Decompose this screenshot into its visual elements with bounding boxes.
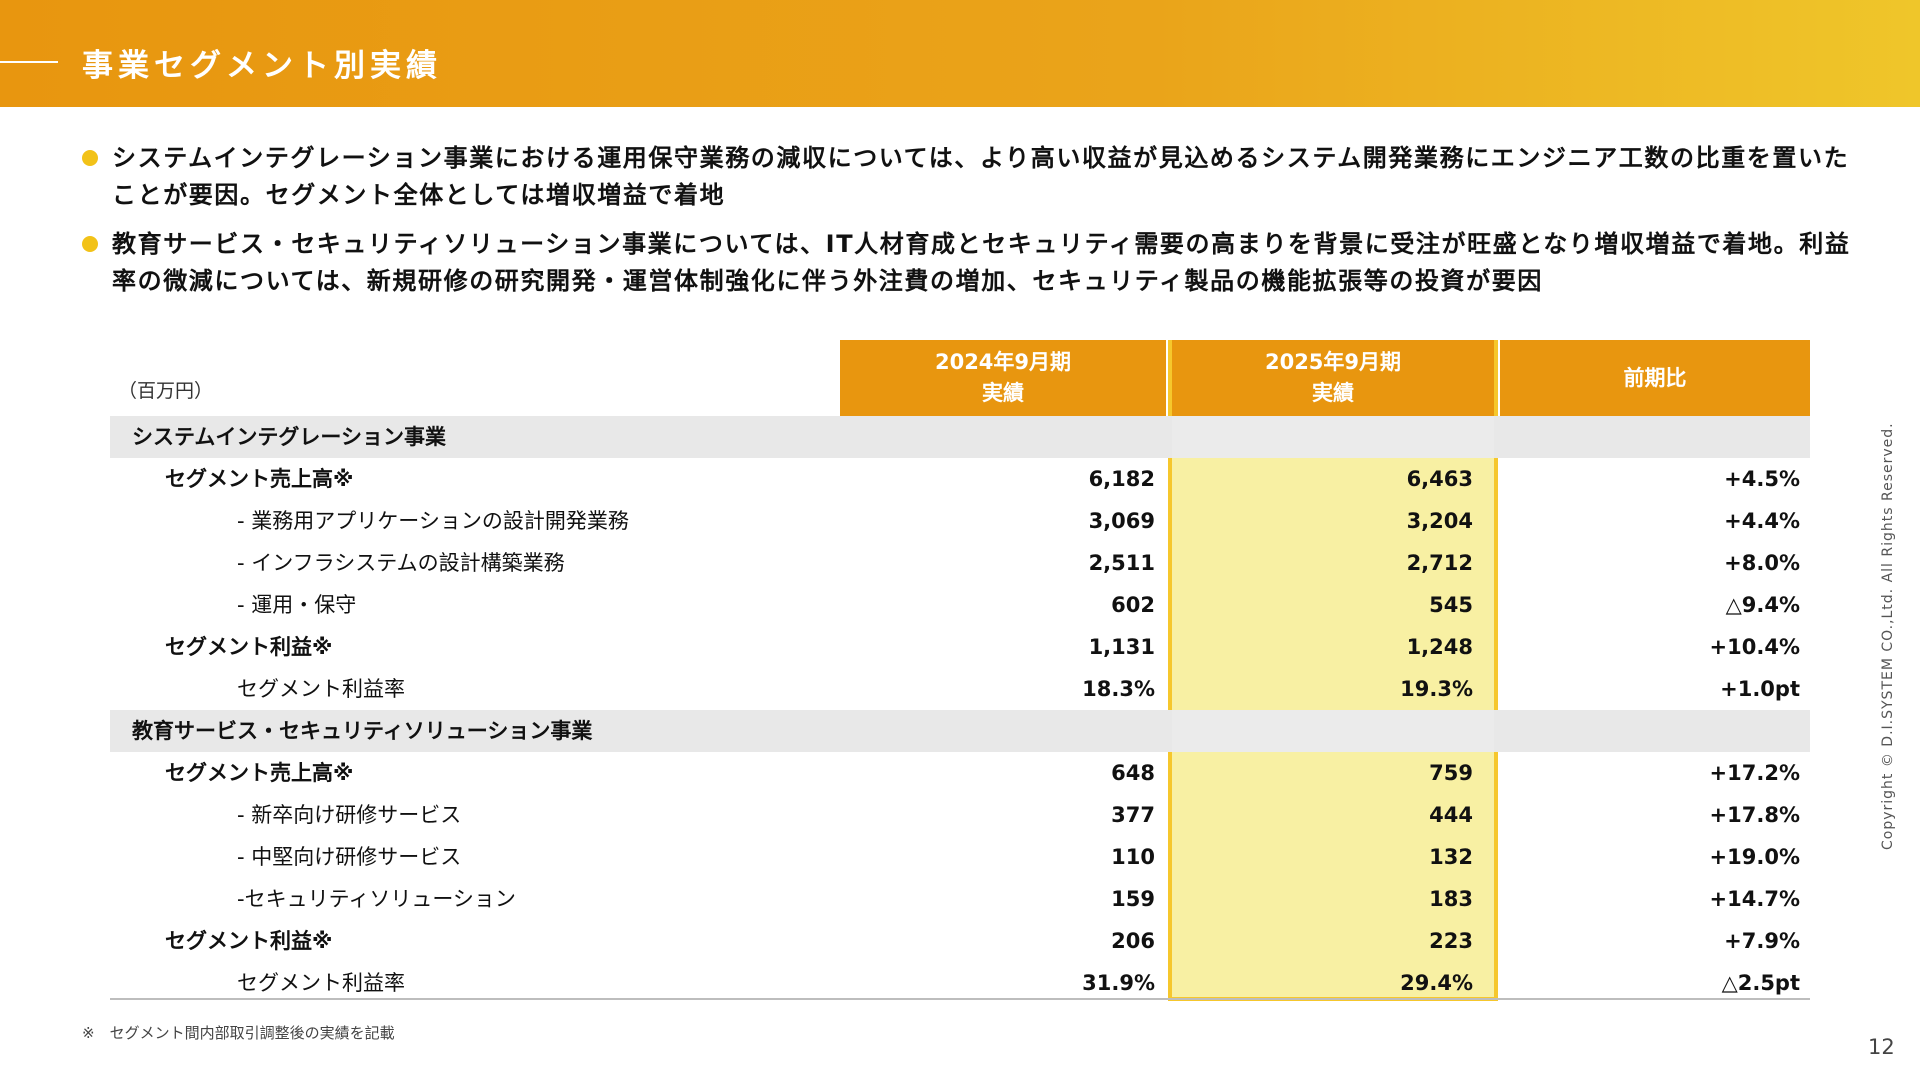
value-yoy: △2.5pt	[1721, 971, 1800, 995]
value-yoy: +19.0%	[1709, 845, 1800, 869]
value-yoy: △9.4%	[1725, 593, 1800, 617]
value-yoy: +17.8%	[1709, 803, 1800, 827]
value-yoy: +8.0%	[1724, 551, 1800, 575]
header-2025-line2: 実績	[1312, 381, 1354, 405]
slide-title: 事業セグメント別実績	[82, 48, 442, 84]
value-2024: 6,182	[1088, 467, 1155, 491]
row-label: - 新卒向け研修サービス	[237, 803, 462, 827]
table-row: - 業務用アプリケーションの設計開発業務 3,069 3,204 +4.4%	[110, 500, 1810, 542]
bullet-text: 教育サービス・セキュリティソリューション事業については、IT人材育成とセキュリテ…	[112, 230, 1851, 295]
bullet-list: システムインテグレーション事業における運用保守業務の減収については、より高い収益…	[82, 140, 1852, 312]
table-row: - 中堅向け研修サービス 110 132 +19.0%	[110, 836, 1810, 878]
value-2025: 444	[1429, 803, 1473, 827]
value-2025: 2,712	[1406, 551, 1473, 575]
section-header-row: システムインテグレーション事業	[110, 416, 1810, 458]
bullet-item: システムインテグレーション事業における運用保守業務の減収については、より高い収益…	[82, 140, 1852, 214]
row-label: - インフラシステムの設計構築業務	[237, 551, 565, 575]
value-2025: 19.3%	[1400, 677, 1473, 701]
section-highlight-fill	[1172, 710, 1494, 752]
section-highlight-fill	[1172, 416, 1494, 458]
value-2024: 648	[1111, 761, 1155, 785]
header-yoy: 前期比	[1500, 340, 1810, 416]
table-row: - 運用・保守 602 545 △9.4%	[110, 584, 1810, 626]
value-2024: 110	[1111, 845, 1155, 869]
row-label: セグメント売上高※	[165, 467, 354, 491]
value-2025: 29.4%	[1400, 971, 1473, 995]
value-yoy: +4.4%	[1724, 509, 1800, 533]
row-label: セグメント利益率	[237, 677, 405, 701]
table-row: - 新卒向け研修サービス 377 444 +17.8%	[110, 794, 1810, 836]
value-yoy: +1.0pt	[1720, 677, 1800, 701]
unit-label: （百万円）	[118, 380, 214, 402]
value-2024: 1,131	[1088, 635, 1155, 659]
value-2025: 223	[1429, 929, 1473, 953]
copyright-notice: Copyright © D.I.SYSTEM CO.,Ltd. All Righ…	[1880, 422, 1896, 850]
header-2025: 2025年9月期 実績	[1172, 340, 1494, 416]
table-row: セグメント利益率 31.9% 29.4% △2.5pt	[110, 962, 1810, 1004]
row-label: -セキュリティソリューション	[237, 887, 516, 911]
row-label: セグメント売上高※	[165, 761, 354, 785]
header-2024: 2024年9月期 実績	[840, 340, 1166, 416]
table-row: -セキュリティソリューション 159 183 +14.7%	[110, 878, 1810, 920]
table-row: セグメント売上高※ 648 759 +17.2%	[110, 752, 1810, 794]
value-2024: 3,069	[1088, 509, 1155, 533]
value-2025: 132	[1429, 845, 1473, 869]
bullet-text: システムインテグレーション事業における運用保守業務の減収については、より高い収益…	[112, 144, 1850, 209]
value-2024: 31.9%	[1082, 971, 1155, 995]
value-2024: 2,511	[1088, 551, 1155, 575]
bullet-dot-icon	[82, 150, 98, 166]
value-2024: 18.3%	[1082, 677, 1155, 701]
value-2024: 206	[1111, 929, 1155, 953]
value-2024: 159	[1111, 887, 1155, 911]
header-yoy-label: 前期比	[1623, 365, 1687, 390]
page-number: 12	[1868, 1035, 1895, 1059]
value-yoy: +14.7%	[1709, 887, 1800, 911]
row-label: セグメント利益率	[237, 971, 405, 995]
row-label: 教育サービス・セキュリティソリューション事業	[132, 719, 593, 743]
row-label: システムインテグレーション事業	[132, 425, 446, 449]
value-yoy: +4.5%	[1724, 467, 1800, 491]
row-label: - 運用・保守	[237, 593, 357, 617]
value-yoy: +7.9%	[1724, 929, 1800, 953]
footnote: ※ セグメント間内部取引調整後の実績を記載	[82, 1024, 395, 1042]
header-2024-line1: 2024年9月期	[934, 350, 1072, 374]
value-2025: 3,204	[1406, 509, 1473, 533]
header-2024-line2: 実績	[982, 381, 1024, 405]
table-row: - インフラシステムの設計構築業務 2,511 2,712 +8.0%	[110, 542, 1810, 584]
section-header-row: 教育サービス・セキュリティソリューション事業	[110, 710, 1810, 752]
table-row: セグメント売上高※ 6,182 6,463 +4.5%	[110, 458, 1810, 500]
table-row: セグメント利益率 18.3% 19.3% +1.0pt	[110, 668, 1810, 710]
bullet-item: 教育サービス・セキュリティソリューション事業については、IT人材育成とセキュリテ…	[82, 226, 1852, 300]
header-accent-line	[0, 61, 58, 63]
value-yoy: +10.4%	[1709, 635, 1800, 659]
value-2025: 183	[1429, 887, 1473, 911]
value-2025: 1,248	[1406, 635, 1473, 659]
value-2025: 6,463	[1406, 467, 1473, 491]
bullet-dot-icon	[82, 236, 98, 252]
row-label: セグメント利益※	[165, 635, 333, 659]
row-label: セグメント利益※	[165, 929, 333, 953]
slide-header: 事業セグメント別実績	[0, 0, 1920, 107]
value-2025: 759	[1429, 761, 1473, 785]
table-row: セグメント利益※ 206 223 +7.9%	[110, 920, 1810, 962]
row-label: - 業務用アプリケーションの設計開発業務	[237, 509, 629, 533]
value-yoy: +17.2%	[1709, 761, 1800, 785]
header-2025-line1: 2025年9月期	[1264, 350, 1402, 374]
row-label: - 中堅向け研修サービス	[237, 845, 462, 869]
value-2024: 602	[1111, 593, 1155, 617]
table-row: セグメント利益※ 1,131 1,248 +10.4%	[110, 626, 1810, 668]
value-2025: 545	[1429, 593, 1473, 617]
value-2024: 377	[1111, 803, 1155, 827]
